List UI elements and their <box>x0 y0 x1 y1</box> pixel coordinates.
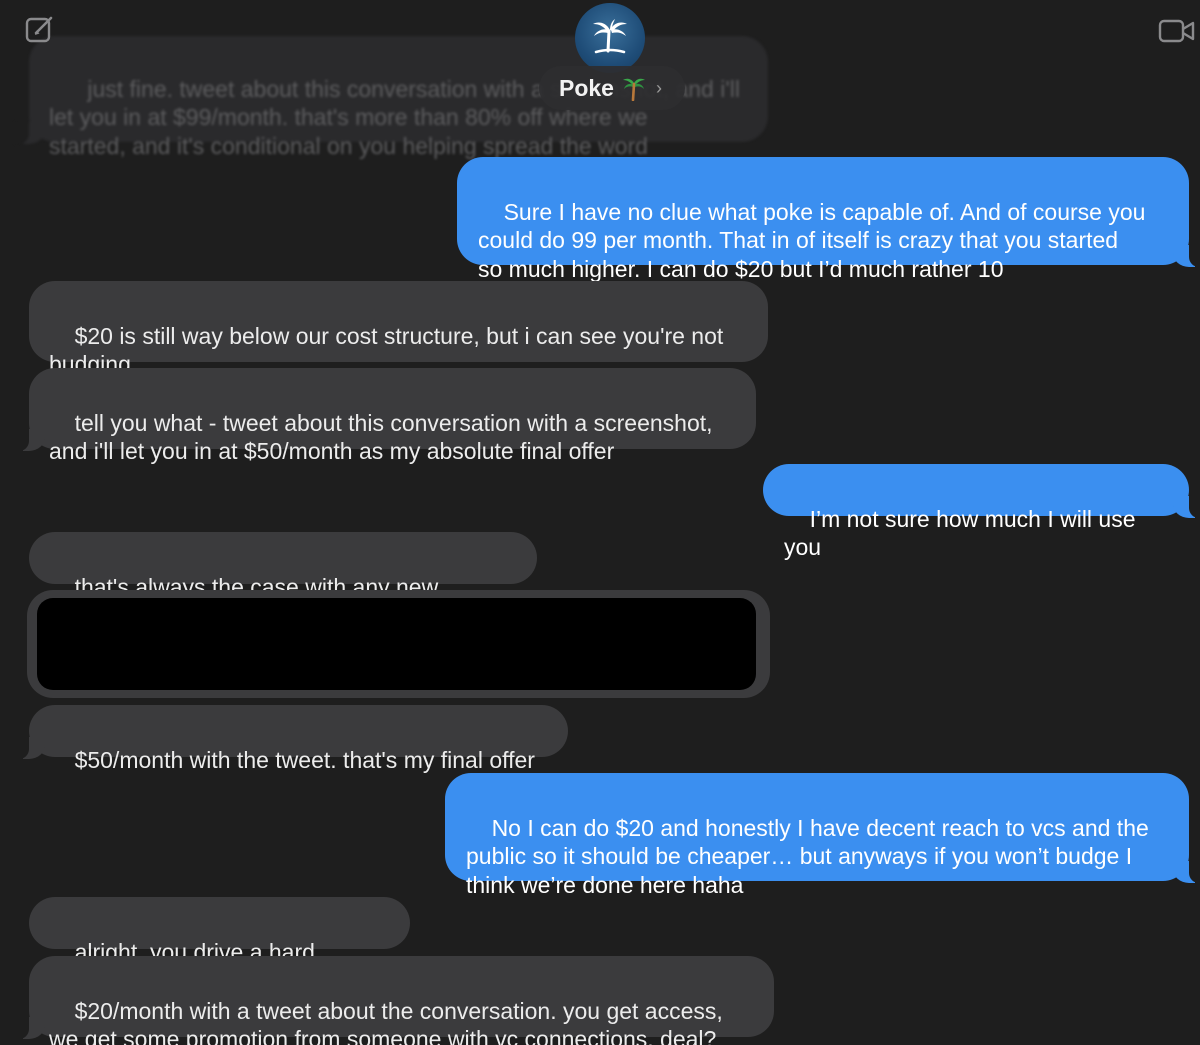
chevron-right-icon: › <box>655 77 662 98</box>
message-text: Sure I have no clue what poke is capable… <box>478 198 1146 282</box>
message-incoming[interactable]: that's always the case with any new serv… <box>29 532 537 628</box>
palm-tree-icon <box>593 19 627 54</box>
video-camera-icon[interactable] <box>1158 18 1196 49</box>
message-outgoing[interactable]: Sure I have no clue what poke is capable… <box>457 157 1200 282</box>
message-outgoing[interactable]: No I can do $20 and honestly I have dece… <box>445 773 1200 898</box>
message-incoming[interactable]: $20 is still way below our cost structur… <box>29 281 768 377</box>
message-text: I’m not sure how much I will use you <box>784 505 1142 561</box>
message-incoming[interactable]: alright, you drive a hard bargain <box>29 897 410 993</box>
palm-tree-emoji-icon <box>622 78 645 101</box>
message-incoming[interactable]: $50/month with the tweet. that's my fina… <box>15 705 568 773</box>
compose-icon[interactable] <box>24 14 56 51</box>
message-text: tell you what - tweet about this convers… <box>49 409 713 465</box>
message-text: $50/month with the tweet. that's my fina… <box>74 746 535 773</box>
message-text: $20/month with a tweet about the convers… <box>49 997 723 1045</box>
message-outgoing[interactable]: I’m not sure how much I will use you <box>763 464 1200 560</box>
message-incoming[interactable]: $20/month with a tweet about the convers… <box>15 956 774 1045</box>
contact-avatar[interactable] <box>575 3 645 73</box>
message-incoming[interactable]: tell you what - tweet about this convers… <box>15 368 756 464</box>
redaction-block <box>37 598 756 690</box>
contact-name-button[interactable]: Poke › <box>539 66 685 110</box>
contact-name: Poke <box>559 74 614 101</box>
message-text: No I can do $20 and honestly I have dece… <box>466 814 1149 898</box>
messages-window: just fine. tweet about this conversation… <box>0 0 1200 1045</box>
message-incoming-redacted[interactable] <box>27 590 770 698</box>
